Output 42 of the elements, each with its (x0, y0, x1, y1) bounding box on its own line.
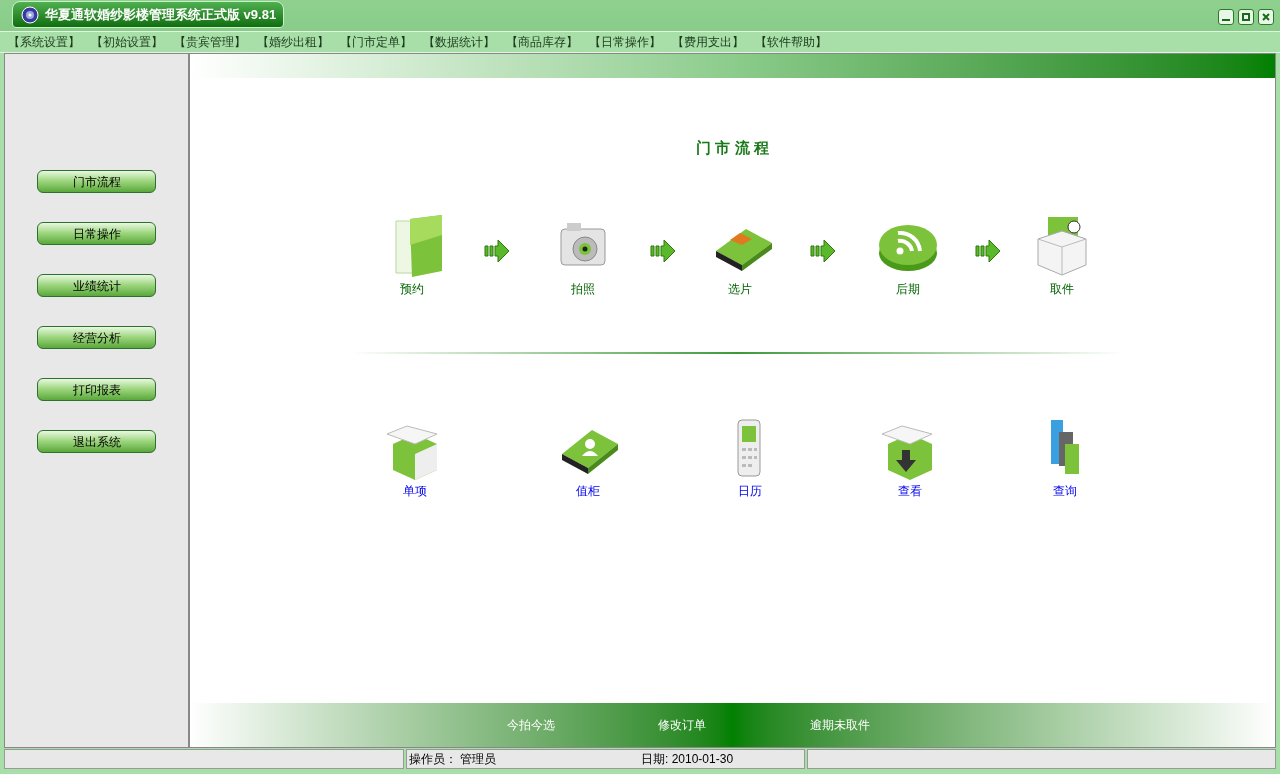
bottom-link[interactable]: 修改订单 (658, 716, 706, 734)
step-label[interactable]: 拍照 (571, 280, 595, 298)
maximize-icon (1242, 13, 1250, 21)
maximize-button[interactable] (1238, 9, 1254, 25)
menu-item[interactable]: 【初始设置】 (91, 33, 174, 51)
step-label[interactable]: 选片 (728, 280, 752, 298)
menu-item[interactable]: 【日常操作】 (589, 33, 672, 51)
arrow-right-icon (810, 239, 836, 263)
step-label[interactable]: 取件 (1050, 280, 1074, 298)
operator-label: 操作员： 管理员 (409, 751, 498, 768)
shortcut-link[interactable]: 单项 (403, 482, 427, 500)
menu-item[interactable]: 【软件帮助】 (755, 33, 838, 51)
window-title: 华夏通软婚纱影楼管理系统正式版 v9.81 (45, 5, 277, 24)
shortcut-link[interactable]: 日历 (738, 482, 762, 500)
sidebar-button[interactable]: 经营分析 (37, 326, 156, 349)
arrow-right-icon (649, 239, 676, 263)
close-icon (1262, 13, 1270, 21)
menu-item[interactable]: 【数据统计】 (423, 33, 506, 51)
arrow-right-icon (974, 239, 1001, 263)
step-label[interactable]: 后期 (896, 280, 920, 298)
date-label: 日期: 2010-01-30 (641, 751, 734, 768)
arrow-right-icon (483, 239, 510, 263)
menu-item[interactable]: 【门市定单】 (340, 33, 423, 51)
menu-item[interactable]: 【商品库存】 (506, 33, 589, 51)
app-logo-icon (21, 5, 39, 24)
close-button[interactable] (1258, 9, 1274, 25)
sidebar-button[interactable]: 门市流程 (37, 170, 156, 193)
menu-item[interactable]: 【贵宾管理】 (174, 33, 257, 51)
sidebar-button[interactable]: 打印报表 (37, 378, 156, 401)
shortcut-link[interactable]: 查看 (898, 482, 922, 500)
menu-item[interactable]: 【系统设置】 (8, 33, 91, 51)
sidebar-button[interactable]: 日常操作 (37, 222, 156, 245)
sidebar-button[interactable]: 退出系统 (37, 430, 156, 453)
section-title: 门 市 流 程 (695, 138, 770, 158)
shortcut-link[interactable]: 值柜 (575, 482, 600, 500)
menu-item[interactable]: 【费用支出】 (672, 33, 755, 51)
minimize-icon (1222, 19, 1230, 21)
shortcut-link[interactable]: 查询 (1053, 482, 1077, 500)
minimize-button[interactable] (1218, 9, 1234, 25)
sidebar-button[interactable]: 业绩统计 (37, 274, 156, 297)
step-label[interactable]: 预约 (400, 280, 424, 298)
menu-item[interactable]: 【婚纱出租】 (257, 33, 340, 51)
